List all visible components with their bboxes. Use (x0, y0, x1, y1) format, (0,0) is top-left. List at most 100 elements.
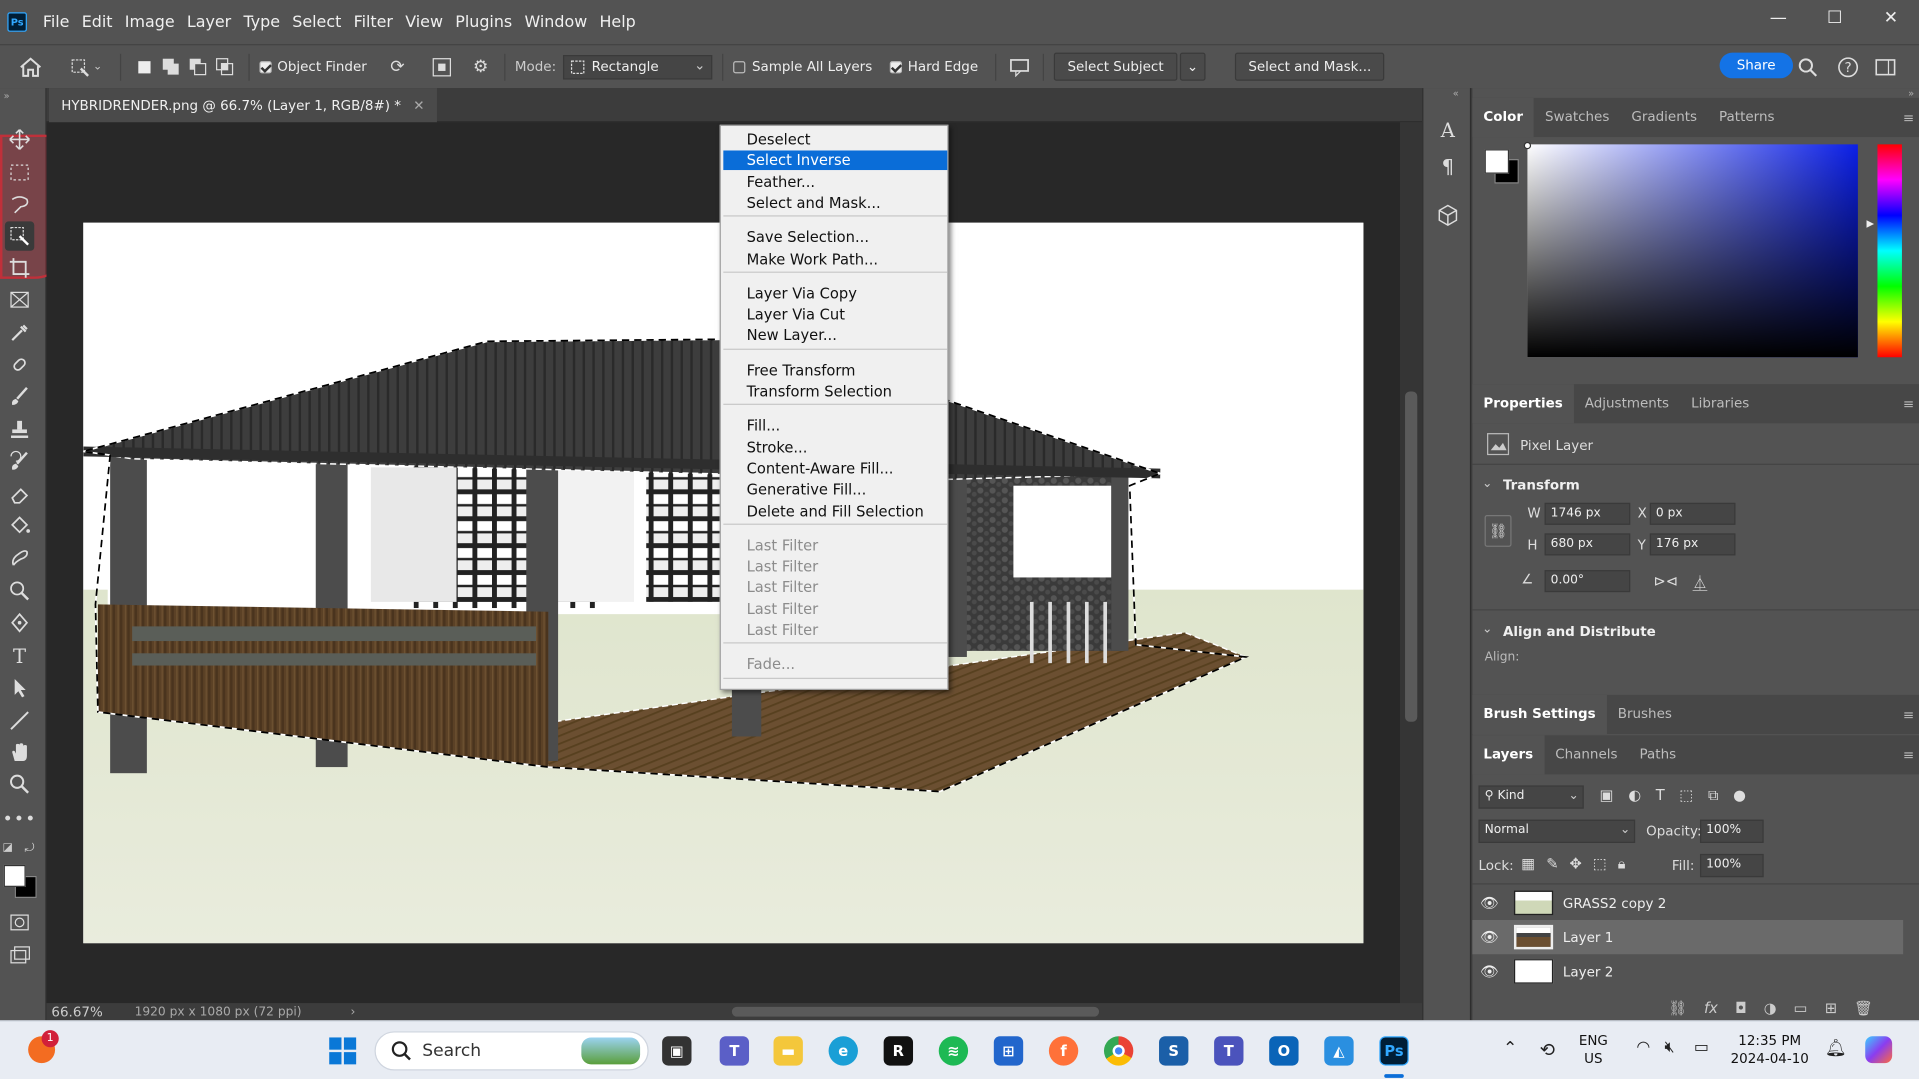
minimize-button[interactable]: — (1750, 0, 1806, 37)
chevron-down-icon[interactable]: ⌄ (1482, 623, 1492, 636)
object-selection-tool-icon[interactable] (66, 53, 93, 80)
blend-mode-select[interactable]: Normal ⌄ (1478, 819, 1636, 843)
character-panel-icon[interactable]: A (1433, 115, 1462, 144)
eraser-tool-icon[interactable] (5, 480, 34, 509)
smart-object-filter-icon[interactable]: ⧉ (1708, 787, 1718, 805)
y-field[interactable]: 176 px (1649, 533, 1736, 556)
pen-tool-icon[interactable] (5, 608, 34, 637)
subtract-from-selection-icon[interactable] (184, 53, 211, 80)
chevron-right-icon[interactable]: › (350, 1005, 355, 1018)
more-tools-icon[interactable]: ••• (3, 805, 36, 834)
swap-colors-icon[interactable]: ⤾ (24, 842, 34, 855)
quick-mask-icon[interactable] (5, 908, 34, 937)
close-tab-icon[interactable]: ✕ (413, 97, 424, 113)
intersect-selection-icon[interactable] (211, 53, 238, 80)
color-tab-patterns[interactable]: Patterns (1708, 98, 1785, 137)
context-menu-item[interactable]: New Layer... (723, 326, 947, 346)
context-menu-item[interactable]: Layer Via Cut (723, 305, 947, 325)
new-selection-icon[interactable] (130, 53, 157, 80)
menu-edit[interactable]: Edit (76, 13, 119, 31)
select-and-mask-button[interactable]: Select and Mask... (1234, 52, 1385, 81)
chevron-down-icon[interactable]: ⌄ (1482, 477, 1492, 490)
lock-artboard-icon[interactable]: ⬚ (1593, 855, 1607, 873)
collapse-icon[interactable]: « (1453, 88, 1459, 99)
layers-tab-layers[interactable]: Layers (1472, 735, 1545, 775)
adjustment-layer-icon[interactable]: ◑ (1764, 1000, 1777, 1017)
history-brush-icon[interactable] (5, 447, 34, 476)
context-menu-item[interactable]: Content-Aware Fill... (723, 459, 947, 479)
context-menu-item[interactable]: Generative Fill... (723, 480, 947, 500)
properties-tab-adjustments[interactable]: Adjustments (1574, 384, 1680, 423)
sync-icon[interactable]: ⟲ (1540, 1039, 1555, 1061)
context-menu-item[interactable]: Fill... (723, 416, 947, 436)
photoshop-taskbar-icon[interactable]: Ps (1379, 1036, 1409, 1066)
panel-menu-icon[interactable]: ≡ (1903, 747, 1914, 763)
context-menu-item[interactable]: Free Transform (723, 361, 947, 381)
layer-row[interactable]: 👁︎ Layer 1 (1472, 919, 1904, 955)
lock-transparent-icon[interactable]: ▦ (1521, 855, 1535, 873)
maximize-button[interactable]: ☐ (1806, 0, 1862, 37)
layer-row[interactable]: 👁︎ GRASS2 copy 2 (1472, 886, 1903, 920)
chevron-down-icon[interactable]: ⌄ (93, 61, 102, 73)
angle-field[interactable]: 0.00° (1544, 570, 1631, 593)
screen-mode-icon[interactable] (5, 941, 34, 970)
rhino-icon[interactable]: R (883, 1036, 914, 1066)
context-menu-item[interactable]: Save Selection... (723, 228, 947, 248)
eye-icon[interactable]: 👁︎ (1472, 963, 1506, 980)
refresh-icon[interactable]: ⟳ (384, 53, 411, 80)
panel-menu-icon[interactable]: ≡ (1903, 110, 1914, 126)
link-icon[interactable]: ⛓ (1484, 515, 1512, 547)
color-picker-cursor[interactable] (1523, 141, 1532, 150)
menu-select[interactable]: Select (286, 13, 347, 31)
select-subject-button[interactable]: Select Subject (1054, 52, 1178, 81)
store-icon[interactable]: ⊞ (993, 1036, 1024, 1066)
fx-icon[interactable]: fx (1704, 1000, 1718, 1017)
opacity-field[interactable]: 100% (1699, 819, 1764, 843)
type-filter-icon[interactable]: T (1656, 787, 1665, 805)
lock-position-icon[interactable]: ✥ (1570, 855, 1582, 873)
blur-tool-icon[interactable] (5, 543, 34, 572)
menu-layer[interactable]: Layer (181, 13, 238, 31)
color-tab-swatches[interactable]: Swatches (1534, 98, 1620, 137)
context-menu-item[interactable]: Select Inverse (723, 150, 948, 171)
new-layer-icon[interactable]: ⊞ (1825, 1000, 1837, 1017)
brush-tool-icon[interactable] (5, 382, 34, 411)
menu-help[interactable]: Help (593, 13, 642, 31)
add-to-selection-icon[interactable] (157, 53, 184, 80)
object-selection-tool-icon[interactable] (4, 221, 35, 251)
move-tool-icon[interactable] (5, 125, 34, 154)
color-picker-field[interactable] (1527, 144, 1858, 358)
sketchup-icon[interactable]: S (1159, 1036, 1189, 1066)
context-menu-item[interactable]: Deselect (723, 130, 947, 150)
help-icon[interactable]: ? (1835, 54, 1862, 81)
context-menu-item[interactable]: Transform Selection (723, 382, 947, 402)
shape-filter-icon[interactable]: ⬚ (1679, 787, 1693, 805)
width-field[interactable]: 1746 px (1544, 502, 1631, 525)
3d-cube-icon[interactable] (1433, 201, 1462, 230)
layer-filter-kind[interactable]: ⚲ Kind ⌄ (1478, 785, 1584, 809)
zoom-level[interactable]: 66.67% (47, 1004, 111, 1020)
menu-window[interactable]: Window (518, 13, 593, 31)
teams-classic-icon[interactable]: T (1214, 1036, 1244, 1066)
gear-icon[interactable]: ⚙ (467, 53, 494, 80)
edge-browser-icon[interactable]: e (828, 1036, 858, 1066)
close-button[interactable]: ✕ (1863, 0, 1919, 37)
line-tool-icon[interactable] (5, 706, 34, 735)
menu-view[interactable]: View (399, 13, 449, 31)
notification-bell-icon[interactable]: 🔔︎ (1825, 1039, 1847, 1059)
image-filter-icon[interactable]: ▣ (1600, 787, 1614, 805)
workspace-icon[interactable] (1873, 54, 1900, 81)
lasso-tool-icon[interactable] (5, 190, 34, 219)
foreground-color-swatch[interactable] (3, 864, 26, 887)
foreground-color-swatch[interactable] (1484, 149, 1510, 174)
hue-slider-handle[interactable]: ▶ (1866, 218, 1874, 229)
link-layers-icon[interactable]: ⛓ (1668, 1000, 1687, 1017)
vertical-scrollbar[interactable] (1400, 122, 1423, 1004)
menu-file[interactable]: File (37, 13, 76, 31)
sample-all-layers-checkbox[interactable]: Sample All Layers (733, 59, 872, 75)
flip-vertical-icon[interactable]: ⏅ (1693, 573, 1708, 594)
panel-menu-icon[interactable]: ≡ (1903, 707, 1914, 723)
flip-horizontal-icon[interactable]: ⊳⊲ (1653, 573, 1678, 590)
delete-layer-icon[interactable]: 🗑︎ (1854, 1000, 1873, 1017)
clock[interactable]: 12:35 PM 2024-04-10 (1731, 1031, 1809, 1068)
